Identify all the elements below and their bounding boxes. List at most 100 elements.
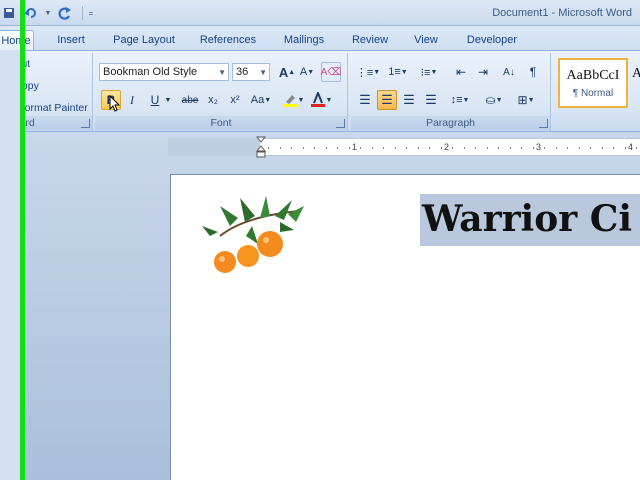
left-edge-strip xyxy=(0,50,20,480)
underline-icon: U xyxy=(150,93,160,107)
change-case-icon: Aa xyxy=(250,94,265,106)
ruler-tick xyxy=(268,147,269,149)
ruler-tick xyxy=(509,147,511,149)
eraser-icon: A⌫ xyxy=(320,66,342,78)
ruler-tick xyxy=(279,147,281,149)
font-color-icon xyxy=(310,92,325,107)
font-name-combo[interactable]: Bookman Old Style ▼ xyxy=(99,63,229,81)
change-case-button[interactable]: Aa ▼ xyxy=(249,90,273,110)
clear-formatting-button[interactable]: A⌫ xyxy=(321,62,341,82)
bullets-button[interactable]: ⋮≡ ▼ xyxy=(355,62,381,82)
highlight-button[interactable]: ▼ xyxy=(281,90,305,110)
tab-page-layout[interactable]: Page Layout xyxy=(108,30,180,50)
ruler-number: 3 xyxy=(536,142,542,152)
ruler-tick xyxy=(325,147,327,149)
customize-qat-icon[interactable]: = xyxy=(87,4,95,22)
paint-bucket-icon: ⛀ xyxy=(485,93,496,107)
tab-review[interactable]: Review xyxy=(346,30,394,50)
multilevel-list-icon: ⁝≡ xyxy=(420,66,431,79)
align-left-button[interactable]: ☰ xyxy=(355,90,375,110)
paragraph-group: ⋮≡ ▼ 1≡ ▼ ⁝≡ ▼ ⇤ ⇥ A↓ ¶ ☰ ☰ ☰ ☰ ↕≡ ▼ ⛀ ▼… xyxy=(351,53,551,131)
italic-button[interactable]: I xyxy=(122,90,142,110)
ruler-tick xyxy=(360,147,361,149)
align-center-button[interactable]: ☰ xyxy=(377,90,397,110)
format-painter-label: Format Painter xyxy=(18,102,88,114)
shrink-font-icon: A xyxy=(299,66,308,78)
ruler-tick xyxy=(348,147,350,149)
tab-developer[interactable]: Developer xyxy=(458,30,526,50)
ruler-tick xyxy=(314,147,315,149)
font-size-value: 36 xyxy=(236,66,249,78)
decrease-indent-icon: ⇤ xyxy=(455,65,467,79)
font-group-label: Font xyxy=(95,116,347,130)
increase-indent-icon: ⇥ xyxy=(477,65,489,79)
ruler-tick xyxy=(463,147,465,149)
grow-font-icon: A xyxy=(278,64,289,80)
ruler-tick xyxy=(291,147,292,149)
line-spacing-button[interactable]: ↕≡ ▼ xyxy=(447,90,473,110)
ruler-tick xyxy=(486,147,488,149)
increase-indent-button[interactable]: ⇥ xyxy=(473,62,493,82)
justify-button[interactable]: ☰ xyxy=(421,90,441,110)
save-icon[interactable] xyxy=(0,4,18,22)
underline-button[interactable]: U xyxy=(145,90,165,110)
oranges-clipart-icon[interactable] xyxy=(200,196,308,276)
numbering-icon: 1≡ xyxy=(388,66,401,78)
bullets-icon: ⋮≡ xyxy=(355,66,374,79)
mouse-cursor-icon xyxy=(109,95,121,112)
superscript-button[interactable]: x² xyxy=(225,90,245,110)
align-right-button[interactable]: ☰ xyxy=(399,90,419,110)
font-color-button[interactable]: ▼ xyxy=(309,90,333,110)
ruler-tick xyxy=(475,147,476,149)
ruler-tick xyxy=(498,147,499,149)
ruler-tick xyxy=(590,147,591,149)
tab-home[interactable]: Home xyxy=(0,30,34,50)
sort-button[interactable]: A↓ xyxy=(499,62,519,82)
tab-insert[interactable]: Insert xyxy=(50,30,92,50)
paragraph-launcher-icon[interactable] xyxy=(539,119,548,128)
ruler-number: 2 xyxy=(444,142,450,152)
tab-references[interactable]: References xyxy=(196,30,260,50)
line-spacing-icon: ↕≡ xyxy=(450,94,463,106)
pilcrow-icon: ¶ xyxy=(529,65,537,79)
tab-view[interactable]: View xyxy=(408,30,444,50)
ruler-tick xyxy=(406,147,407,149)
grow-font-button[interactable]: A ▲ xyxy=(277,62,297,82)
selected-heading[interactable]: Warrior Ci xyxy=(420,194,640,246)
shading-button[interactable]: ⛀ ▼ xyxy=(481,90,507,110)
heading-text: Warrior Ci xyxy=(422,198,633,240)
title-bar: ▼ = Document1 - Microsoft Word xyxy=(0,0,640,26)
italic-icon: I xyxy=(130,92,134,107)
font-group: Bookman Old Style ▼ 36 ▼ A▲ A▼ A⌫ B I U … xyxy=(95,53,348,131)
ruler-tick xyxy=(601,147,603,149)
ruler-tick xyxy=(613,147,614,149)
borders-button[interactable]: ⊞ ▼ xyxy=(513,90,539,110)
window-title: Document1 - Microsoft Word xyxy=(492,7,632,19)
ruler-margin xyxy=(168,138,260,156)
show-formatting-button[interactable]: ¶ xyxy=(523,62,543,82)
ribbon: ✂ Cut ❐ Copy 🖌 Format Painter pboard Boo… xyxy=(0,50,640,132)
clipboard-launcher-icon[interactable] xyxy=(81,119,90,128)
style-normal[interactable]: AaBbCcI ¶ Normal xyxy=(558,58,628,108)
superscript-icon: x² xyxy=(230,94,240,106)
font-launcher-icon[interactable] xyxy=(336,119,345,128)
strikethrough-button[interactable]: abe xyxy=(179,90,201,110)
ruler-tick xyxy=(532,147,534,149)
redo-icon[interactable] xyxy=(56,4,74,22)
ruler-tick xyxy=(555,147,557,149)
decrease-indent-button[interactable]: ⇤ xyxy=(451,62,471,82)
style-next-sample[interactable]: A xyxy=(632,66,640,82)
ruler-tick xyxy=(394,147,396,149)
font-size-combo[interactable]: 36 ▼ xyxy=(232,63,270,81)
numbering-button[interactable]: 1≡ ▼ xyxy=(385,62,411,82)
ruler-number: 4 xyxy=(628,142,634,152)
shrink-font-button[interactable]: A ▼ xyxy=(297,62,317,82)
underline-dropdown-icon[interactable]: ▼ xyxy=(163,90,173,110)
indent-marker-icon[interactable] xyxy=(256,136,266,158)
tab-mailings[interactable]: Mailings xyxy=(276,30,332,50)
ruler-tick xyxy=(383,147,384,149)
align-center-icon: ☰ xyxy=(381,92,393,107)
subscript-button[interactable]: x₂ xyxy=(203,90,223,110)
multilevel-list-button[interactable]: ⁝≡ ▼ xyxy=(415,62,443,82)
undo-dropdown-icon[interactable]: ▼ xyxy=(44,4,52,22)
